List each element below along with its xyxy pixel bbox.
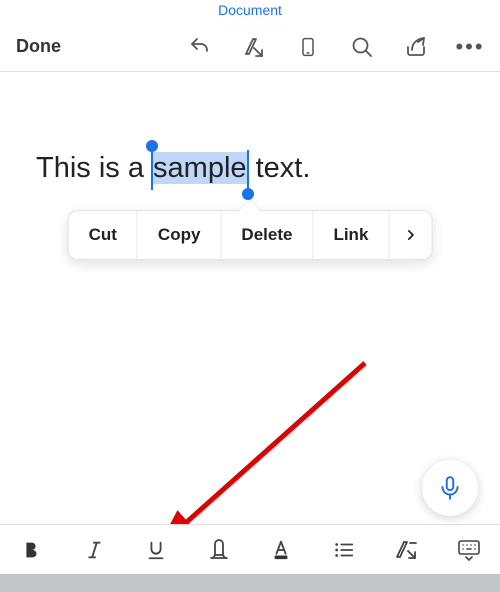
text-content[interactable]: This is a sample text. — [36, 152, 310, 184]
header: Document Done ••• — [0, 0, 500, 72]
text-selection[interactable]: sample — [152, 152, 248, 185]
hide-keyboard-icon[interactable] — [452, 538, 486, 562]
underline-icon[interactable] — [139, 539, 173, 561]
clear-formatting-icon[interactable] — [389, 538, 423, 562]
menu-cut[interactable]: Cut — [69, 211, 138, 259]
format-toolbar — [0, 524, 500, 574]
document-title: Document — [0, 0, 500, 22]
italic-icon[interactable] — [77, 539, 111, 561]
selection-handle-end[interactable] — [247, 150, 249, 190]
text-after-selection: text. — [248, 152, 311, 184]
undo-icon[interactable] — [188, 35, 212, 59]
context-menu-pointer — [238, 200, 262, 212]
selected-text: sample — [152, 152, 248, 184]
menu-delete[interactable]: Delete — [221, 211, 313, 259]
done-button[interactable]: Done — [16, 36, 61, 57]
footer-strip — [0, 574, 500, 592]
font-color-icon[interactable] — [264, 539, 298, 561]
menu-more[interactable] — [389, 211, 431, 259]
search-icon[interactable] — [350, 35, 374, 59]
bullet-list-icon[interactable] — [327, 539, 361, 561]
context-menu: Cut Copy Delete Link — [68, 210, 433, 260]
bold-icon[interactable] — [14, 539, 48, 561]
document-editor[interactable]: This is a sample text. — [0, 72, 500, 185]
share-icon[interactable] — [404, 35, 428, 59]
top-toolbar: Done ••• — [0, 22, 500, 72]
format-text-icon[interactable] — [242, 35, 266, 59]
selection-handle-start[interactable] — [151, 150, 153, 190]
highlight-icon[interactable] — [202, 538, 236, 562]
mobile-view-icon[interactable] — [296, 35, 320, 59]
more-options-icon[interactable]: ••• — [458, 35, 482, 59]
text-before-selection: This is a — [36, 152, 152, 184]
menu-copy[interactable]: Copy — [138, 211, 222, 259]
dictate-button[interactable] — [422, 460, 478, 516]
menu-link[interactable]: Link — [313, 211, 389, 259]
